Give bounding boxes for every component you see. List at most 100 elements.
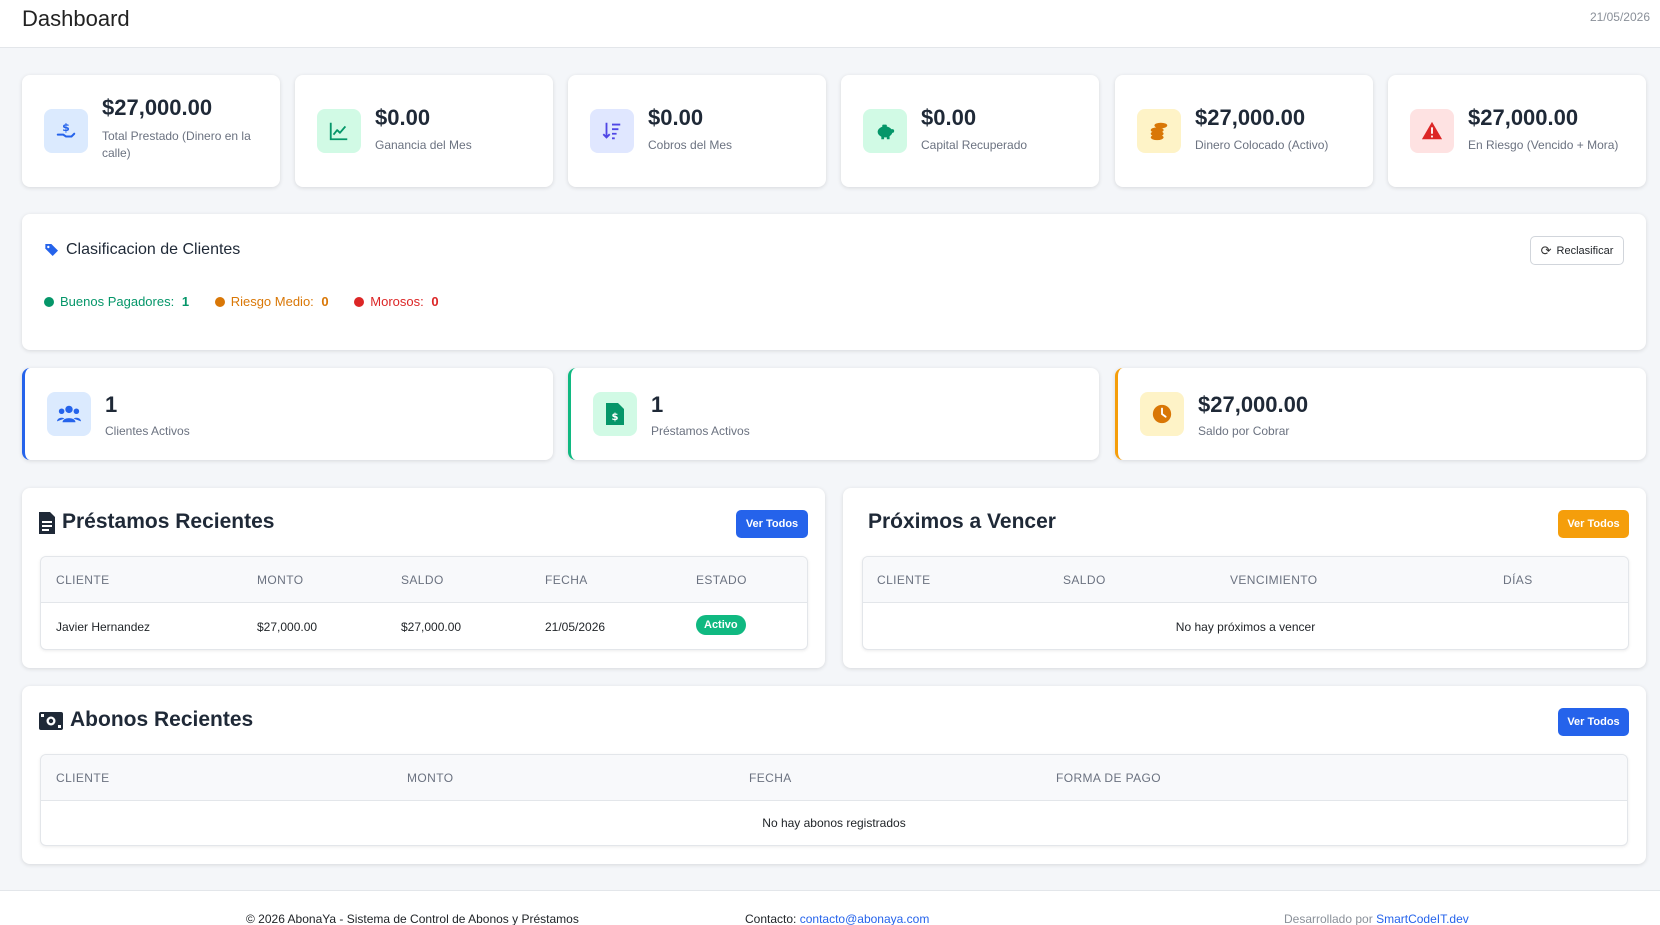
stat-card-en-riesgo: $27,000.00 En Riesgo (Vencido + Mora) xyxy=(1388,75,1646,187)
col-cliente: CLIENTE xyxy=(56,771,110,785)
stat-card-capital: $0.00 Capital Recuperado xyxy=(841,75,1099,187)
footer-dev-link[interactable]: SmartCodeIT.dev xyxy=(1376,912,1469,925)
classification-legend: Buenos Pagadores: 1 Riesgo Medio: 0 Moro… xyxy=(44,294,439,309)
footer: © 2026 AbonaYa - Sistema de Control de A… xyxy=(0,890,1660,925)
empty-message: No hay próximos a vencer xyxy=(1175,620,1316,634)
svg-text:$: $ xyxy=(62,121,70,134)
stat-value: $0.00 xyxy=(921,105,977,130)
stat-card-ganancia: $0.00 Ganancia del Mes xyxy=(295,75,553,187)
tags-icon xyxy=(44,242,60,263)
summary-label: Clientes Activos xyxy=(105,424,190,438)
hand-dollar-icon: $ xyxy=(44,109,88,153)
table-row[interactable]: Javier Hernandez $27,000.00 $27,000.00 2… xyxy=(41,603,807,649)
view-all-upcoming-button[interactable]: Ver Todos xyxy=(1558,510,1629,538)
summary-value: $27,000.00 xyxy=(1198,392,1309,417)
money-bill-icon xyxy=(39,712,63,735)
warning-icon xyxy=(1410,109,1454,153)
stat-label: En Riesgo (Vencido + Mora) xyxy=(1468,138,1619,152)
view-all-loans-button[interactable]: Ver Todos xyxy=(736,510,808,538)
col-dias: DÍAS xyxy=(1503,573,1533,587)
stat-label: Capital Recuperado xyxy=(921,138,1028,152)
stat-value: $0.00 xyxy=(648,105,704,130)
piggy-bank-icon xyxy=(863,109,907,153)
col-forma-pago: FORMA DE PAGO xyxy=(1056,771,1161,785)
classification-item-late: Morosos: 0 xyxy=(354,294,439,309)
upcoming-table: CLIENTE SALDO VENCIMIENTO DÍAS No hay pr… xyxy=(862,556,1629,650)
empty-message: No hay abonos registrados xyxy=(762,816,906,830)
col-monto: MONTO xyxy=(407,771,454,785)
file-invoice-icon xyxy=(39,512,55,539)
summary-card-clientes: 1 Clientes Activos xyxy=(22,368,553,460)
upcoming-title: Próximos a Vencer xyxy=(868,510,1056,533)
users-icon xyxy=(47,392,91,436)
footer-copyright: © 2026 AbonaYa - Sistema de Control de A… xyxy=(246,912,579,925)
stat-value: $27,000.00 xyxy=(1195,105,1306,130)
footer-dev: Desarrollado por SmartCodeIT.dev xyxy=(1284,912,1469,925)
stat-card-cobros: $0.00 Cobros del Mes xyxy=(568,75,826,187)
col-saldo: SALDO xyxy=(401,573,444,587)
stat-label: Dinero Colocado (Activo) xyxy=(1195,138,1329,152)
stat-label: Total Prestado (Dinero en la calle) xyxy=(102,129,251,160)
upcoming-card: Próximos a Vencer Ver Todos CLIENTE SALD… xyxy=(843,488,1646,668)
summary-card-saldo: $27,000.00 Saldo por Cobrar xyxy=(1115,368,1646,460)
col-saldo: SALDO xyxy=(1063,573,1106,587)
clock-icon xyxy=(1140,392,1184,436)
cell-monto: $27,000.00 xyxy=(257,620,318,634)
refresh-icon: ⟳ xyxy=(1540,242,1552,258)
summary-label: Préstamos Activos xyxy=(651,424,750,438)
col-estado: ESTADO xyxy=(696,573,747,587)
stat-card-dinero-colocado: $27,000.00 Dinero Colocado (Activo) xyxy=(1115,75,1373,187)
view-all-payments-button[interactable]: Ver Todos xyxy=(1558,708,1629,736)
footer-dev-label: Desarrollado por xyxy=(1284,912,1373,925)
table-header: CLIENTE MONTO SALDO FECHA ESTADO xyxy=(41,557,807,603)
col-fecha: FECHA xyxy=(749,771,792,785)
status-dot xyxy=(214,297,225,307)
stat-label: Cobros del Mes xyxy=(648,138,733,152)
table-header: CLIENTE MONTO FECHA FORMA DE PAGO xyxy=(41,755,1627,801)
classification-count: 1 xyxy=(181,294,190,309)
stat-value: $0.00 xyxy=(375,105,431,130)
col-fecha: FECHA xyxy=(545,573,588,587)
svg-text:$: $ xyxy=(612,412,619,423)
col-cliente: CLIENTE xyxy=(877,573,931,587)
header-date: 21/05/2026 xyxy=(1589,10,1650,24)
payments-title: Abonos Recientes xyxy=(70,708,254,731)
recent-loans-title: Préstamos Recientes xyxy=(62,510,275,533)
stat-value: $27,000.00 xyxy=(102,95,213,120)
classification-title: Clasificacion de Clientes xyxy=(66,241,241,258)
summary-value: 1 xyxy=(105,392,118,417)
coins-icon xyxy=(1137,109,1181,153)
summary-label: Saldo por Cobrar xyxy=(1198,424,1290,438)
status-dot xyxy=(354,297,365,307)
classification-count: 0 xyxy=(431,294,439,309)
summary-card-prestamos: $ 1 Préstamos Activos xyxy=(568,368,1099,460)
classification-label: Morosos: xyxy=(370,294,424,309)
reclassify-button[interactable]: ⟳ Reclasificar xyxy=(1530,236,1624,265)
stat-card-total-prestado: $ $27,000.00 Total Prestado (Dinero en l… xyxy=(22,75,280,187)
recent-loans-card: Préstamos Recientes Ver Todos CLIENTE MO… xyxy=(22,488,825,668)
cell-saldo: $27,000.00 xyxy=(401,620,462,634)
payments-card: Abonos Recientes Ver Todos CLIENTE MONTO… xyxy=(22,686,1646,864)
classification-label: Buenos Pagadores: xyxy=(60,294,175,309)
footer-contact-label: Contacto: xyxy=(745,912,797,925)
payments-table: CLIENTE MONTO FECHA FORMA DE PAGO No hay… xyxy=(40,754,1628,846)
cell-fecha: 21/05/2026 xyxy=(545,620,606,634)
top-bar: Dashboard 21/05/2026 xyxy=(0,0,1660,48)
classification-item-medium: Riesgo Medio: 0 xyxy=(214,294,333,309)
classification-card: Clasificacion de Clientes ⟳ Reclasificar… xyxy=(22,214,1646,350)
reclassify-label: Reclasificar xyxy=(1556,244,1614,257)
stat-value: $27,000.00 xyxy=(1468,105,1579,130)
sort-down-icon xyxy=(590,109,634,153)
recent-loans-table: CLIENTE MONTO SALDO FECHA ESTADO Javier … xyxy=(40,556,808,650)
table-header: CLIENTE SALDO VENCIMIENTO DÍAS xyxy=(863,557,1628,603)
col-cliente: CLIENTE xyxy=(56,573,110,587)
classification-item-good: Buenos Pagadores: 1 xyxy=(44,294,193,309)
footer-contact: Contacto: contacto@abonaya.com xyxy=(745,912,929,925)
classification-label: Riesgo Medio: xyxy=(230,294,314,309)
chart-line-icon xyxy=(317,109,361,153)
footer-contact-link[interactable]: contacto@abonaya.com xyxy=(800,912,930,925)
status-dot xyxy=(44,297,54,307)
file-dollar-icon: $ xyxy=(593,392,637,436)
col-monto: MONTO xyxy=(257,573,304,587)
stat-label: Ganancia del Mes xyxy=(375,138,472,152)
